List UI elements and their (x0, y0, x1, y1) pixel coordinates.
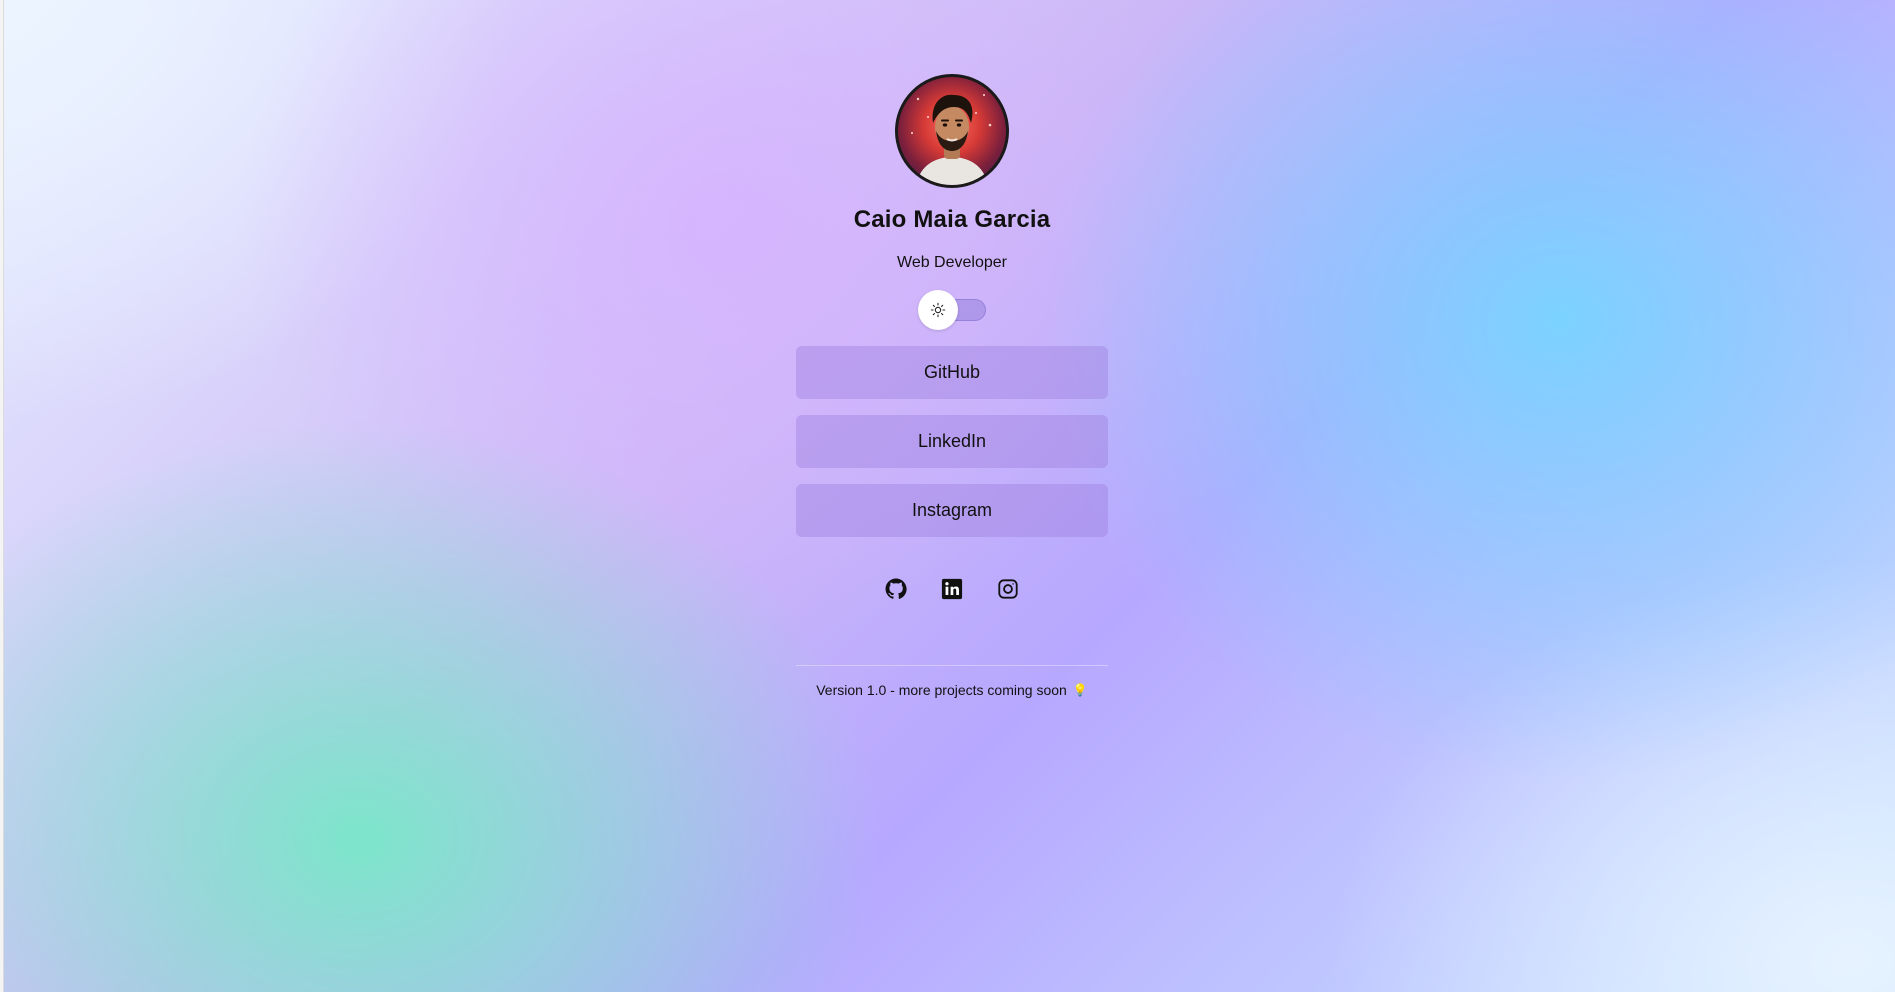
profile-card: Caio Maia Garcia Web Developer GitHub Li… (796, 74, 1108, 698)
lightbulb-icon: 💡 (1072, 683, 1088, 697)
instagram-link-button[interactable]: Instagram (796, 484, 1108, 537)
profile-role: Web Developer (897, 254, 1007, 271)
footer: Version 1.0 - more projects coming soon … (816, 682, 1088, 698)
linkedin-icon (941, 578, 963, 600)
linkedin-link-button[interactable]: LinkedIn (796, 415, 1108, 468)
footer-text: Version 1.0 - more projects coming soon (816, 682, 1067, 698)
social-icons (884, 577, 1020, 601)
avatar (895, 74, 1009, 188)
instagram-icon (998, 579, 1018, 599)
github-icon (885, 578, 907, 599)
window-edge (0, 0, 4, 992)
linkedin-social-link[interactable] (940, 577, 964, 601)
github-link-button[interactable]: GitHub (796, 346, 1108, 399)
theme-toggle-knob[interactable] (918, 290, 958, 330)
sun-icon (930, 302, 946, 318)
github-social-link[interactable] (884, 577, 908, 601)
profile-name: Caio Maia Garcia (853, 206, 1051, 233)
footer-divider (796, 665, 1108, 666)
theme-toggle[interactable] (916, 290, 988, 330)
avatar-illustration (911, 94, 992, 185)
instagram-social-link[interactable] (996, 577, 1020, 601)
link-list: GitHub LinkedIn Instagram (796, 346, 1108, 537)
